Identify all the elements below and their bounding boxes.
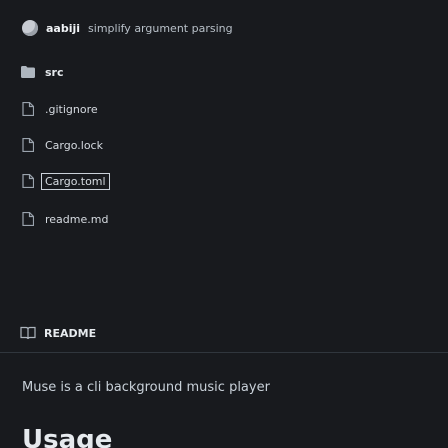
folder-icon (20, 64, 36, 80)
file-row-readme[interactable]: readme.md (20, 209, 108, 229)
avatar[interactable] (22, 20, 38, 36)
file-row-cargo-lock[interactable]: Cargo.lock (20, 135, 103, 155)
file-name[interactable]: Cargo.toml (41, 172, 110, 190)
latest-commit-row: aabiji simplify argument parsing (22, 16, 233, 40)
readme-description: Muse is a cli background music player (22, 380, 270, 395)
file-name[interactable]: readme.md (45, 213, 108, 226)
readme-divider (0, 352, 448, 353)
file-icon (20, 137, 36, 153)
file-icon (20, 211, 36, 227)
repo-page: aabiji simplify argument parsing src .gi… (0, 0, 448, 448)
file-name[interactable]: src (45, 66, 64, 79)
file-row-src[interactable]: src (20, 62, 64, 82)
commit-message[interactable]: simplify argument parsing (88, 22, 233, 35)
file-icon (20, 173, 36, 189)
file-row-cargo-toml[interactable]: Cargo.toml (20, 171, 110, 191)
file-name[interactable]: Cargo.lock (45, 139, 103, 152)
commit-author[interactable]: aabiji (46, 22, 80, 35)
file-name[interactable]: .gitignore (45, 103, 98, 116)
readme-header: README (20, 326, 96, 340)
readme-heading: Usage (22, 425, 113, 448)
file-row-gitignore[interactable]: .gitignore (20, 99, 98, 119)
file-icon (20, 101, 36, 117)
readme-title[interactable]: README (44, 327, 96, 340)
book-icon (20, 326, 36, 340)
